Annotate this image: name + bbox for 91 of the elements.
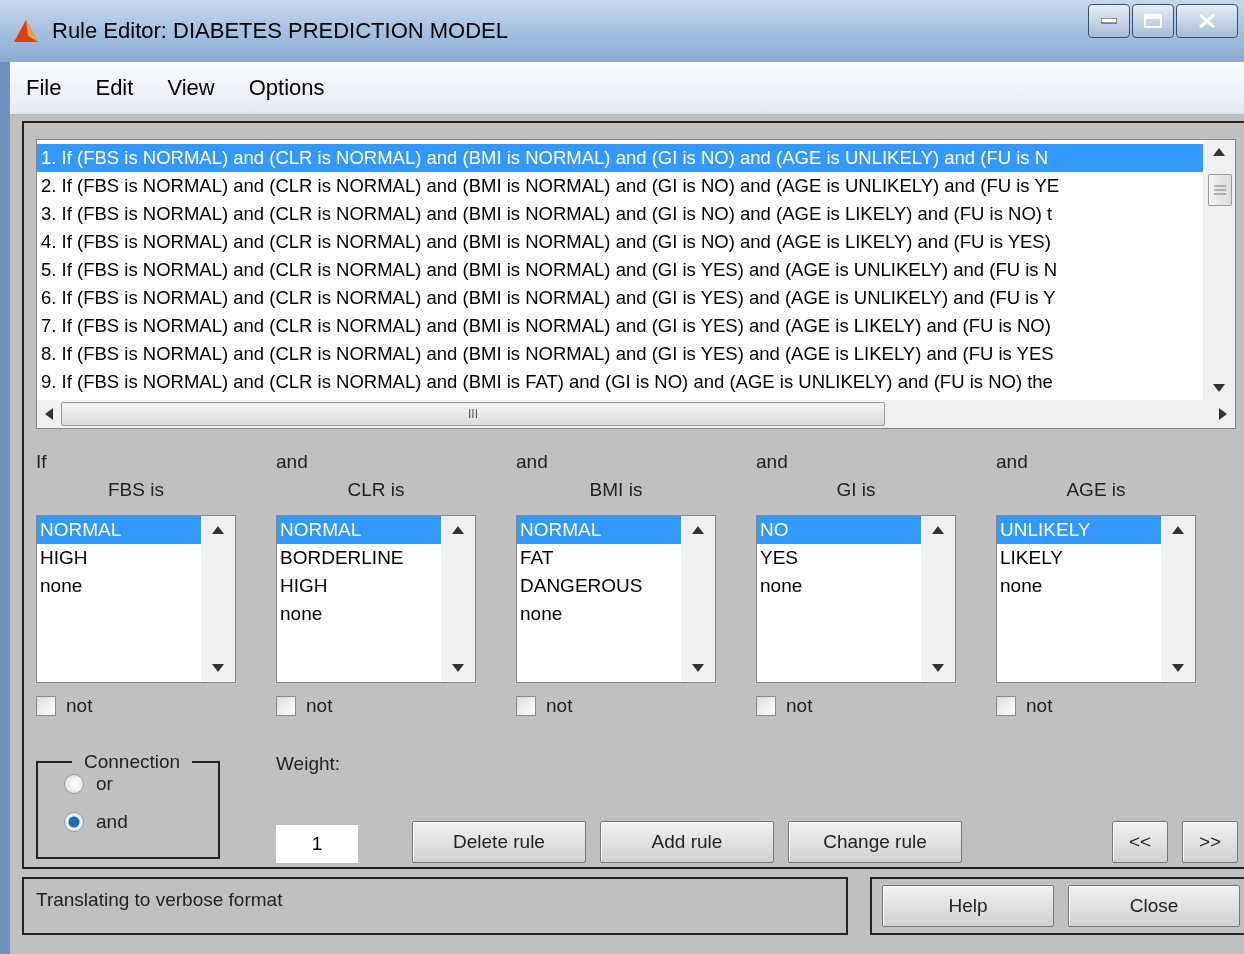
scroll-up-icon[interactable] <box>452 526 464 534</box>
not-label: not <box>66 695 93 717</box>
connector-label: and <box>276 451 309 474</box>
value-item[interactable]: none <box>517 600 681 628</box>
maximize-button[interactable] <box>1132 4 1174 38</box>
variable-label: AGE is <box>1065 479 1127 502</box>
not-checkbox[interactable] <box>756 696 776 716</box>
rule-button[interactable]: Add rule <box>600 821 774 863</box>
minimize-button[interactable] <box>1088 4 1130 38</box>
rule-button[interactable]: Change rule <box>788 821 962 863</box>
value-list[interactable]: UNLIKELY LIKELY none <box>996 515 1196 683</box>
not-label: not <box>786 695 813 717</box>
scroll-down-icon[interactable] <box>1213 384 1225 392</box>
scroll-up-icon[interactable] <box>212 526 224 534</box>
grip-icon <box>1214 185 1226 195</box>
value-item[interactable]: none <box>997 572 1161 600</box>
value-item[interactable]: DANGEROUS <box>517 572 681 600</box>
value-item[interactable]: FAT <box>517 544 681 572</box>
nav-button[interactable]: << <box>1112 821 1168 863</box>
value-list[interactable]: NORMAL HIGH none <box>36 515 236 683</box>
radio-label: or <box>96 773 113 795</box>
scroll-down-icon[interactable] <box>1172 664 1184 672</box>
scroll-down-icon[interactable] <box>692 664 704 672</box>
maximize-icon <box>1144 14 1162 28</box>
minimize-icon <box>1101 18 1117 24</box>
radio-button[interactable] <box>64 774 84 794</box>
variable-label: GI is <box>835 479 877 502</box>
rule-item[interactable]: 2. If (FBS is NORMAL) and (CLR is NORMAL) and (BMI is NORMAL) and (GI is NO) and (AGE is UNLIKELY) and (FU is YE <box>37 172 1203 200</box>
scroll-left-icon[interactable] <box>45 408 53 420</box>
app-icon <box>12 18 40 44</box>
value-item[interactable]: none <box>757 572 921 600</box>
not-checkbox[interactable] <box>276 696 296 716</box>
nav-button[interactable]: >> <box>1182 821 1238 863</box>
not-checkbox[interactable] <box>36 696 56 716</box>
scroll-up-icon[interactable] <box>1213 148 1225 156</box>
scroll-down-icon[interactable] <box>452 664 464 672</box>
rule-item[interactable]: 9. If (FBS is NORMAL) and (CLR is NORMAL) and (BMI is FAT) and (GI is NO) and (AGE is UNLIKELY) and (FU is NO) the <box>37 368 1203 396</box>
value-item[interactable]: none <box>277 600 441 628</box>
scroll-up-icon[interactable] <box>932 526 944 534</box>
close-icon <box>1198 13 1216 29</box>
rule-item[interactable]: 3. If (FBS is NORMAL) and (CLR is NORMAL) and (BMI is NORMAL) and (GI is NO) and (AGE is LIKELY) and (FU is NO) t <box>37 200 1203 228</box>
value-item[interactable]: HIGH <box>37 544 201 572</box>
value-item[interactable]: YES <box>757 544 921 572</box>
rule-item[interactable]: 4. If (FBS is NORMAL) and (CLR is NORMAL) and (BMI is NORMAL) and (GI is NO) and (AGE is LIKELY) and (FU is YES) <box>37 228 1203 256</box>
not-checkbox[interactable] <box>996 696 1016 716</box>
value-list[interactable]: NO YES none <box>756 515 956 683</box>
scroll-grip: III <box>468 407 478 421</box>
value-item[interactable]: none <box>37 572 201 600</box>
rule-item[interactable]: 8. If (FBS is NORMAL) and (CLR is NORMAL) and (BMI is NORMAL) and (GI is YES) and (AGE is LIKELY) and (FU is YES <box>37 340 1203 368</box>
rule-button[interactable]: Delete rule <box>412 821 586 863</box>
rule-item[interactable]: 5. If (FBS is NORMAL) and (CLR is NORMAL) and (BMI is NORMAL) and (GI is YES) and (AGE is UNLIKELY) and (FU is N <box>37 256 1203 284</box>
weight-label: Weight: <box>276 753 342 775</box>
footer-button[interactable]: Close <box>1068 885 1240 927</box>
weight-field[interactable]: 1 <box>276 825 358 863</box>
not-label: not <box>546 695 573 717</box>
rule-list[interactable] <box>36 139 1236 429</box>
connector-label: and <box>996 451 1029 474</box>
scroll-down-icon[interactable] <box>932 664 944 672</box>
close-button[interactable] <box>1176 4 1238 38</box>
not-label: not <box>306 695 333 717</box>
radio-button[interactable] <box>64 812 84 832</box>
menu-item[interactable]: File <box>26 75 62 101</box>
not-label: not <box>1026 695 1053 717</box>
connector-label: and <box>516 451 549 474</box>
scroll-right-icon[interactable] <box>1219 408 1227 420</box>
connection-label: Connection <box>83 751 182 773</box>
menu-item[interactable]: Edit <box>95 75 134 101</box>
rule-item[interactable]: 7. If (FBS is NORMAL) and (CLR is NORMAL) and (BMI is NORMAL) and (GI is YES) and (AGE is LIKELY) and (FU is NO) <box>37 312 1203 340</box>
scroll-down-icon[interactable] <box>212 664 224 672</box>
window-title: Rule Editor: DIABETES PREDICTION MODEL <box>52 18 508 44</box>
scroll-up-icon[interactable] <box>692 526 704 534</box>
variable-label: FBS is <box>107 479 165 502</box>
value-list[interactable]: NORMAL BORDERLINE HIGH none <box>276 515 476 683</box>
value-list[interactable]: NORMAL FAT DANGEROUS none <box>516 515 716 683</box>
variable-label: BMI is <box>588 479 644 502</box>
value-item[interactable]: BORDERLINE <box>277 544 441 572</box>
scroll-up-icon[interactable] <box>1172 526 1184 534</box>
menu-item[interactable]: View <box>167 75 215 101</box>
horizontal-scrollbar[interactable]: III <box>37 400 1235 428</box>
connector-label: If <box>36 451 48 474</box>
variable-label: CLR is <box>346 479 406 502</box>
menu-item[interactable]: Options <box>248 75 325 101</box>
radio-label: and <box>96 811 128 833</box>
connector-label: and <box>756 451 789 474</box>
rule-item[interactable]: 6. If (FBS is NORMAL) and (CLR is NORMAL) and (BMI is NORMAL) and (GI is YES) and (AGE is UNLIKELY) and (FU is Y <box>37 284 1203 312</box>
value-item[interactable]: LIKELY <box>997 544 1161 572</box>
not-checkbox[interactable] <box>516 696 536 716</box>
footer-button[interactable]: Help <box>882 885 1054 927</box>
value-item[interactable]: HIGH <box>277 572 441 600</box>
vertical-scrollbar[interactable] <box>1203 140 1235 400</box>
status-message: Translating to verbose format <box>22 877 848 935</box>
